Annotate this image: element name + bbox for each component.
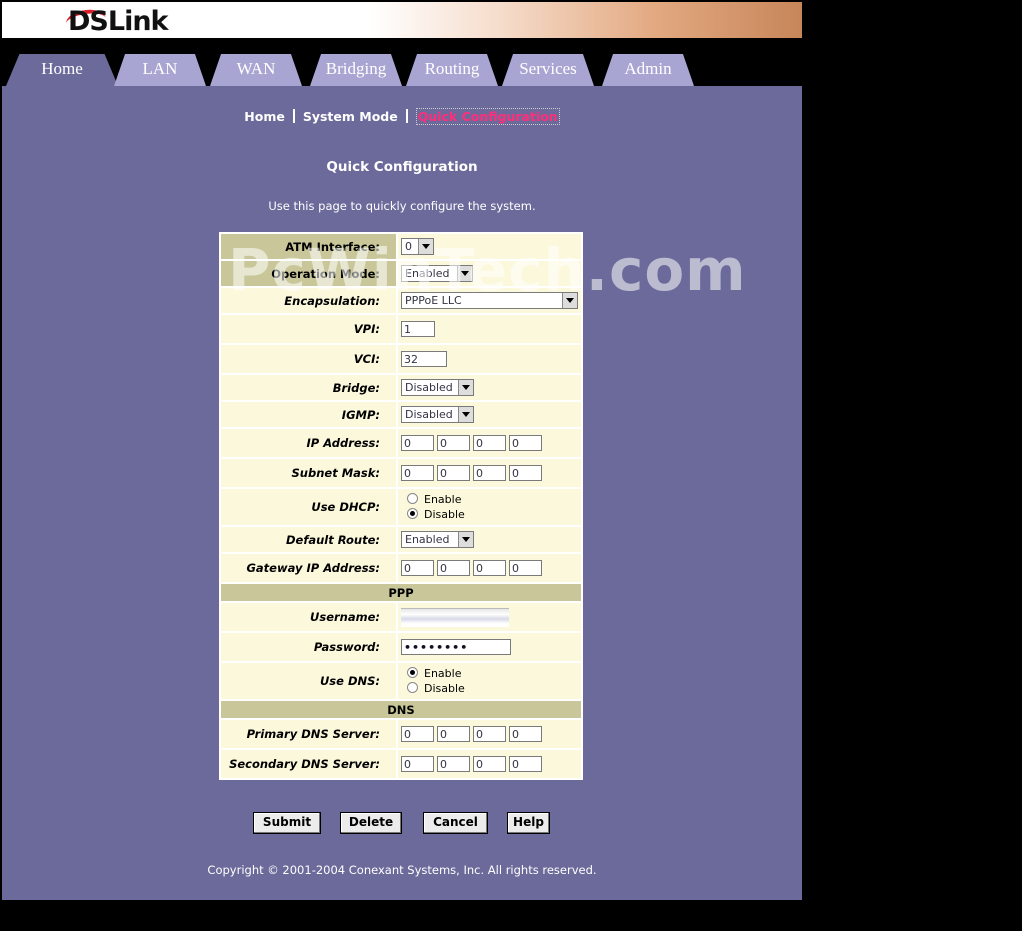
header-banner: DSLink xyxy=(2,2,802,38)
secondary-dns-octet-2[interactable]: 0 xyxy=(437,756,470,772)
gateway-ip-octet-4[interactable]: 0 xyxy=(509,560,542,576)
operation-mode-select[interactable]: Enabled xyxy=(401,265,473,282)
tab-home[interactable]: Home xyxy=(6,54,118,86)
ip-address-label: IP Address: xyxy=(221,429,396,457)
use-dhcp-label: Use DHCP: xyxy=(221,489,396,525)
ip-address-octet-3[interactable]: 0 xyxy=(473,435,506,451)
primary-dns-label: Primary DNS Server: xyxy=(221,720,396,748)
tab-lan[interactable]: LAN xyxy=(114,54,206,86)
encapsulation-label: Encapsulation: xyxy=(221,288,396,313)
bridge-label: Bridge: xyxy=(221,375,396,400)
gateway-ip-label: Gateway IP Address: xyxy=(221,554,396,582)
breadcrumb-home[interactable]: Home xyxy=(244,109,285,124)
page-title: Quick Configuration xyxy=(326,159,478,175)
tab-bridging[interactable]: Bridging xyxy=(310,54,402,86)
primary-dns-octet-2[interactable]: 0 xyxy=(437,726,470,742)
bridge-select[interactable]: Disabled xyxy=(401,379,474,396)
dns-disable-radio[interactable] xyxy=(407,682,418,693)
secondary-dns-octet-1[interactable]: 0 xyxy=(401,756,434,772)
igmp-label: IGMP: xyxy=(221,402,396,427)
dhcp-disable-label: Disable xyxy=(424,508,465,521)
chevron-down-icon xyxy=(457,266,472,281)
breadcrumb: Home System Mode Quick Configuration xyxy=(2,108,802,125)
tab-wan[interactable]: WAN xyxy=(210,54,302,86)
username-input[interactable] xyxy=(401,607,509,627)
dns-enable-label: Enable xyxy=(424,667,462,680)
chevron-down-icon xyxy=(458,380,473,395)
quick-config-form: ATM Interface: 0 Operation Mode: Enabled… xyxy=(219,232,583,780)
secondary-dns-octet-3[interactable]: 0 xyxy=(473,756,506,772)
tab-services[interactable]: Services xyxy=(502,54,594,86)
username-label: Username: xyxy=(221,603,396,631)
gateway-ip-octet-3[interactable]: 0 xyxy=(473,560,506,576)
subnet-mask-label: Subnet Mask: xyxy=(221,459,396,487)
use-dns-label: Use DNS: xyxy=(221,663,396,699)
ppp-section-header: PPP xyxy=(221,584,581,601)
vci-label: VCI: xyxy=(221,345,396,373)
atm-interface-label: ATM Interface: xyxy=(221,234,396,259)
dns-enable-radio[interactable] xyxy=(407,667,418,678)
vci-input[interactable]: 32 xyxy=(401,351,447,367)
ip-address-octet-4[interactable]: 0 xyxy=(509,435,542,451)
chevron-down-icon xyxy=(458,407,473,422)
primary-dns-octet-3[interactable]: 0 xyxy=(473,726,506,742)
subnet-mask-octet-4[interactable]: 0 xyxy=(509,465,542,481)
secondary-dns-octet-4[interactable]: 0 xyxy=(509,756,542,772)
breadcrumb-current[interactable]: Quick Configuration xyxy=(415,108,560,125)
vpi-label: VPI: xyxy=(221,315,396,343)
encapsulation-select[interactable]: PPPoE LLC xyxy=(401,292,578,309)
ip-address-octet-2[interactable]: 0 xyxy=(437,435,470,451)
primary-dns-octet-4[interactable]: 0 xyxy=(509,726,542,742)
dhcp-disable-radio[interactable] xyxy=(407,508,418,519)
gateway-ip-octet-2[interactable]: 0 xyxy=(437,560,470,576)
tab-routing[interactable]: Routing xyxy=(406,54,498,86)
subnet-mask-octet-3[interactable]: 0 xyxy=(473,465,506,481)
breadcrumb-separator xyxy=(292,109,295,123)
password-input[interactable]: •••••••• xyxy=(401,639,511,655)
tab-admin[interactable]: Admin xyxy=(602,54,694,86)
tab-bar: Home LAN WAN Bridging Routing Services A… xyxy=(2,38,802,86)
subnet-mask-octet-2[interactable]: 0 xyxy=(437,465,470,481)
breadcrumb-system-mode[interactable]: System Mode xyxy=(303,109,398,124)
chevron-down-icon xyxy=(418,239,433,254)
dhcp-enable-radio[interactable] xyxy=(407,493,418,504)
default-route-label: Default Route: xyxy=(221,527,396,552)
dns-disable-label: Disable xyxy=(424,682,465,695)
default-route-select[interactable]: Enabled xyxy=(401,531,474,548)
primary-dns-octet-1[interactable]: 0 xyxy=(401,726,434,742)
logo: DSLink xyxy=(68,6,168,37)
igmp-select[interactable]: Disabled xyxy=(401,406,474,423)
subnet-mask-octet-1[interactable]: 0 xyxy=(401,465,434,481)
chevron-down-icon xyxy=(562,293,577,308)
secondary-dns-label: Secondary DNS Server: xyxy=(221,750,396,778)
password-label: Password: xyxy=(221,633,396,661)
dhcp-enable-label: Enable xyxy=(424,493,462,506)
operation-mode-label: Operation Mode: xyxy=(221,261,396,286)
chevron-down-icon xyxy=(458,532,473,547)
ip-address-octet-1[interactable]: 0 xyxy=(401,435,434,451)
vpi-input[interactable]: 1 xyxy=(401,321,435,337)
breadcrumb-separator xyxy=(405,109,408,123)
page-description: Use this page to quickly configure the s… xyxy=(268,199,536,213)
dns-section-header: DNS xyxy=(221,701,581,718)
atm-interface-select[interactable]: 0 xyxy=(401,238,434,255)
gateway-ip-octet-1[interactable]: 0 xyxy=(401,560,434,576)
